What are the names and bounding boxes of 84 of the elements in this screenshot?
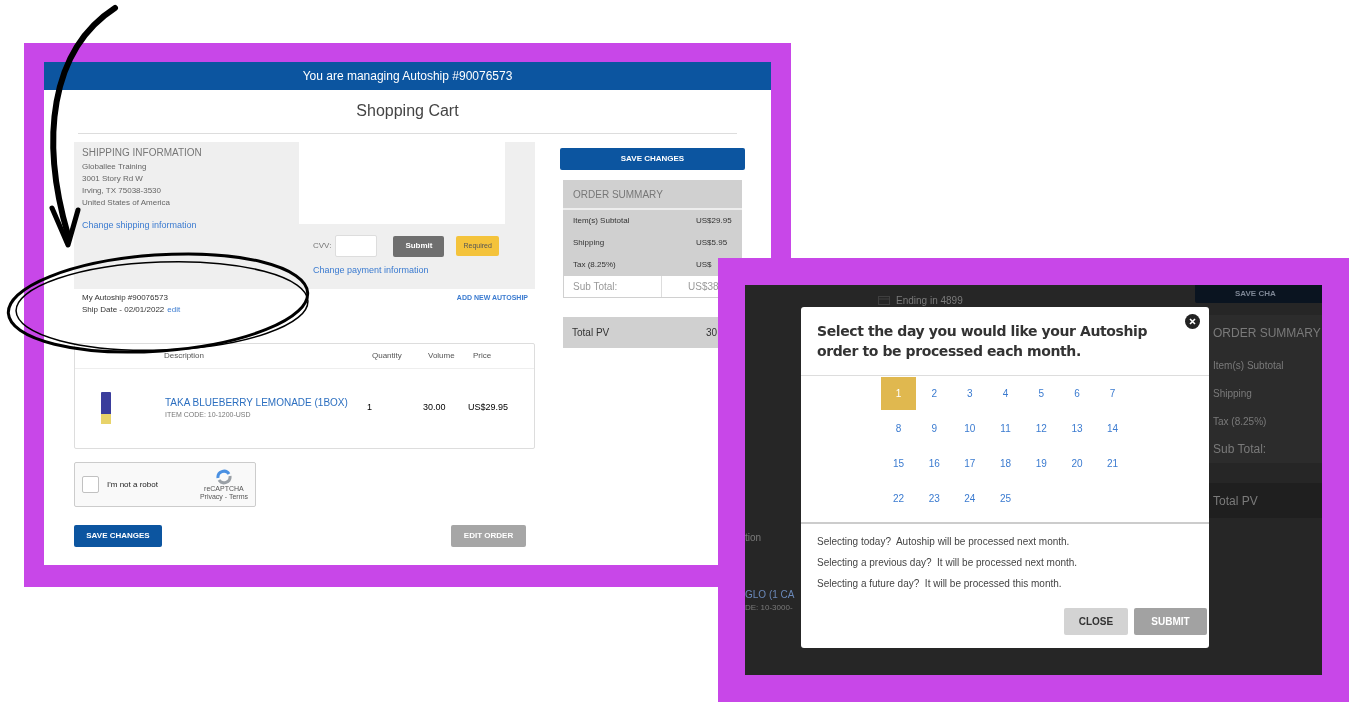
day-option[interactable]: 9	[916, 412, 952, 445]
submit-button[interactable]: Submit	[393, 235, 445, 257]
column-header: Volume	[428, 350, 456, 362]
product-name: GLO (1 CA	[745, 588, 795, 602]
edit-link[interactable]: edit	[167, 304, 181, 316]
card-icon	[878, 296, 890, 305]
summary-value: US$5.95	[696, 237, 729, 249]
page-title: Shopping Cart	[356, 101, 459, 121]
day-option[interactable]: 2	[916, 377, 952, 410]
close-icon[interactable]	[1185, 314, 1200, 329]
note-text: Selecting a future day? It will be processed this month.	[817, 577, 1063, 591]
day-option[interactable]: 17	[952, 447, 988, 480]
summary-heading: ORDER SUMMARY	[1213, 325, 1322, 342]
day-option[interactable]: 12	[1023, 412, 1059, 445]
total-pv-label: Total PV	[1213, 492, 1258, 510]
day-option[interactable]: 3	[952, 377, 988, 410]
summary-label: Item(s) Subtotal	[1213, 358, 1285, 373]
summary-heading: ORDER SUMMARY	[573, 187, 663, 202]
day-option[interactable]: 16	[916, 447, 952, 480]
note-text: Selecting today? Autoship will be processed next month.	[817, 535, 1071, 549]
column-header: Description	[164, 350, 205, 362]
banner-text: You are managing Autoship #90076573	[302, 68, 513, 85]
day-option[interactable]: 25	[988, 482, 1024, 515]
day-option[interactable]: 4	[988, 377, 1024, 410]
dialog-title: Select the day you would like your Autoship order to be processed each month.	[817, 322, 1149, 361]
save-changes-button[interactable]: SAVE CHANGES	[74, 525, 162, 547]
submit-button[interactable]: SUBMIT	[1134, 608, 1207, 635]
autoship-name: My Autoship #90076573	[82, 292, 169, 304]
summary-label: Item(s) Subtotal	[573, 215, 630, 227]
summary-label: Sub Total:	[1213, 441, 1268, 458]
card-text: Ending in 4899	[896, 294, 963, 308]
day-option[interactable]: 5	[1023, 377, 1059, 410]
column-header: tion	[745, 531, 762, 545]
price-cell: US$29.95	[468, 401, 509, 415]
day-option[interactable]: 11	[988, 412, 1024, 445]
total-pv-label: Total PV	[572, 326, 611, 340]
edit-order-button[interactable]: EDIT ORDER	[451, 525, 526, 547]
ship-date: Ship Date - 02/01/2022	[82, 304, 165, 316]
captcha-checkbox[interactable]	[82, 476, 99, 493]
day-option[interactable]: 23	[916, 482, 952, 515]
day-option[interactable]: 14	[1095, 412, 1131, 445]
item-code: DE: 10-3000-	[745, 602, 794, 614]
column-header: Quantity	[372, 350, 403, 362]
cvv-input[interactable]	[335, 235, 378, 257]
column-header: Price	[473, 350, 492, 362]
product-name-link[interactable]: TAKA BLUEBERRY LEMONADE (1BOX)	[165, 395, 367, 411]
note-text: Selecting a previous day? It will be processed next month.	[817, 556, 1079, 570]
address-line: Irving, TX 75038-3530	[82, 185, 162, 197]
change-shipping-link[interactable]: Change shipping information	[82, 219, 299, 231]
summary-value: US$	[696, 259, 713, 271]
quantity-cell-text: 1	[367, 401, 373, 415]
summary-label: Shipping	[573, 237, 605, 249]
day-option[interactable]: 13	[1059, 412, 1095, 445]
day-option[interactable]: 15	[881, 447, 916, 480]
save-changes-button[interactable]: SAVE CHANGES	[560, 148, 745, 170]
day-option[interactable]: 22	[881, 482, 916, 515]
change-payment-link[interactable]: Change payment information	[313, 264, 505, 278]
captcha-label: I'm not a robot	[107, 478, 158, 491]
day-option[interactable]: 7	[1095, 377, 1131, 410]
address-line: 3001 Story Rd W	[82, 173, 144, 185]
day-option[interactable]: 6	[1059, 377, 1095, 410]
recaptcha-icon	[214, 468, 233, 485]
day-option[interactable]: 24	[952, 482, 988, 515]
address-line: United States of America	[82, 197, 172, 209]
volume-cell-text: 30.00	[423, 401, 447, 415]
day-option[interactable]: 18	[988, 447, 1024, 480]
day-option[interactable]: 10	[952, 412, 988, 445]
day-option[interactable]: 8	[881, 412, 916, 445]
address-line: Globallee Training	[82, 161, 148, 173]
day-option[interactable]: 20	[1059, 447, 1095, 480]
summary-label: Tax (8.25%)	[1213, 414, 1268, 429]
subtotal-label: Sub Total:	[564, 276, 662, 297]
day-option[interactable]: 21	[1095, 447, 1131, 480]
close-button[interactable]: CLOSE	[1064, 608, 1128, 635]
total-pv-value: 30	[706, 326, 718, 340]
cvv-label: CVV:	[313, 240, 332, 252]
product-box-drawing	[101, 392, 111, 424]
save-button-text: SAVE CHA	[1235, 288, 1276, 300]
day-option[interactable]: 19	[1023, 447, 1059, 480]
summary-label: Tax (8.25%)	[573, 259, 616, 271]
section-heading: SHIPPING INFORMATION	[82, 147, 203, 159]
summary-value: US$29.95	[696, 215, 732, 227]
subtotal-value: US$38	[687, 280, 720, 294]
summary-label: Shipping	[1213, 386, 1253, 401]
